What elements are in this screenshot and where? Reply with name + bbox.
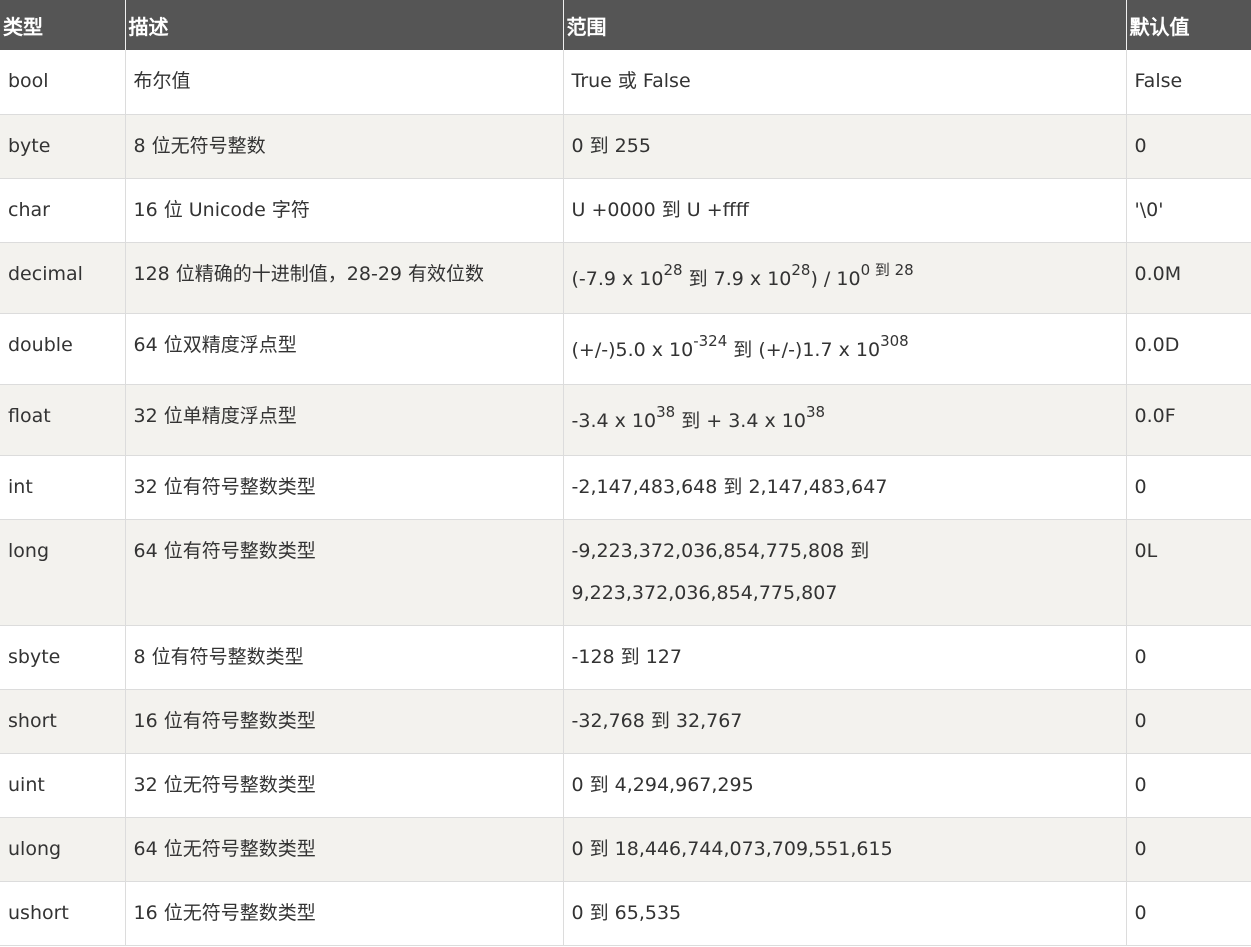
cell-range: U +0000 到 U +ffff bbox=[562, 178, 1126, 243]
cell-default: 0 bbox=[1125, 114, 1251, 179]
exponent: 38 bbox=[805, 403, 826, 422]
table-row: bool 布尔值 True 或 False False bbox=[0, 50, 1251, 115]
cell-description: 32 位无符号整数类型 bbox=[124, 753, 563, 818]
table-header: 类型 描述 范围 默认值 bbox=[0, 0, 1251, 50]
cell-range: 0 到 18,446,744,073,709,551,615 bbox=[562, 817, 1126, 882]
cell-default: 0 bbox=[1125, 881, 1251, 946]
range-line: -9,223,372,036,854,775,808 到 bbox=[571, 539, 870, 562]
cell-default: 0 bbox=[1125, 689, 1251, 754]
cell-range: -3.4 x 1038 到 + 3.4 x 1038 bbox=[562, 384, 1126, 456]
range-text: ) / 10 bbox=[810, 267, 861, 290]
range-line: 9,223,372,036,854,775,807 bbox=[571, 581, 838, 604]
cell-type: int bbox=[0, 455, 125, 520]
cell-default: 0 bbox=[1125, 753, 1251, 818]
exponent: 28 bbox=[663, 261, 683, 280]
table-row: ushort 16 位无符号整数类型 0 到 65,535 0 bbox=[0, 881, 1251, 946]
table-row: byte 8 位无符号整数 0 到 255 0 bbox=[0, 114, 1251, 179]
cell-range: 0 到 65,535 bbox=[562, 881, 1126, 946]
exponent: 28 bbox=[791, 261, 811, 280]
table-row: char 16 位 Unicode 字符 U +0000 到 U +ffff '… bbox=[0, 178, 1251, 243]
table-body: bool 布尔值 True 或 False False byte 8 位无符号整… bbox=[0, 50, 1251, 946]
cell-description: 32 位单精度浮点型 bbox=[124, 384, 563, 456]
table-row: int 32 位有符号整数类型 -2,147,483,648 到 2,147,4… bbox=[0, 455, 1251, 520]
cell-default: 0L bbox=[1125, 519, 1251, 626]
range-text: 到 (+/-)1.7 x 10 bbox=[727, 338, 881, 361]
cell-range: -128 到 127 bbox=[562, 625, 1126, 690]
cell-default: 0.0D bbox=[1125, 313, 1251, 385]
cell-default: 0 bbox=[1125, 455, 1251, 520]
cell-description: 64 位无符号整数类型 bbox=[124, 817, 563, 882]
cell-description: 布尔值 bbox=[124, 50, 563, 115]
range-text: 到 + 3.4 x 10 bbox=[675, 409, 806, 432]
exponent: 0 到 28 bbox=[860, 261, 914, 280]
exponent: 38 bbox=[656, 403, 676, 422]
cell-default: 0.0F bbox=[1125, 384, 1251, 456]
cell-range: -9,223,372,036,854,775,808 到 9,223,372,03… bbox=[562, 519, 1126, 626]
cell-description: 16 位 Unicode 字符 bbox=[124, 178, 563, 243]
cell-range: -32,768 到 32,767 bbox=[562, 689, 1126, 754]
cell-description: 16 位无符号整数类型 bbox=[124, 881, 563, 946]
range-text: -3.4 x 10 bbox=[571, 409, 657, 432]
cell-type: ushort bbox=[0, 881, 125, 946]
table-row: uint 32 位无符号整数类型 0 到 4,294,967,295 0 bbox=[0, 753, 1251, 818]
header-range: 范围 bbox=[562, 0, 1126, 50]
header-type: 类型 bbox=[0, 0, 125, 50]
cell-type: long bbox=[0, 519, 125, 626]
header-default: 默认值 bbox=[1125, 0, 1251, 50]
cell-description: 16 位有符号整数类型 bbox=[124, 689, 563, 754]
range-text: 到 7.9 x 10 bbox=[682, 267, 792, 290]
cell-type: bool bbox=[0, 50, 125, 115]
cell-description: 8 位有符号整数类型 bbox=[124, 625, 563, 690]
cell-description: 64 位双精度浮点型 bbox=[124, 313, 563, 385]
cell-type: sbyte bbox=[0, 625, 125, 690]
cell-type: double bbox=[0, 313, 125, 385]
cell-default: 0.0M bbox=[1125, 242, 1251, 314]
cell-type: float bbox=[0, 384, 125, 456]
cell-description: 128 位精确的十进制值，28-29 有效位数 bbox=[124, 242, 563, 314]
cell-default: 0 bbox=[1125, 625, 1251, 690]
cell-default: False bbox=[1125, 50, 1251, 115]
cell-range: (+/-)5.0 x 10-324 到 (+/-)1.7 x 10308 bbox=[562, 313, 1126, 385]
header-row: 类型 描述 范围 默认值 bbox=[0, 0, 1251, 50]
cell-type: byte bbox=[0, 114, 125, 179]
table-row: long 64 位有符号整数类型 -9,223,372,036,854,775,… bbox=[0, 519, 1251, 626]
cell-range: 0 到 255 bbox=[562, 114, 1126, 179]
cell-range: -2,147,483,648 到 2,147,483,647 bbox=[562, 455, 1126, 520]
table-row: short 16 位有符号整数类型 -32,768 到 32,767 0 bbox=[0, 689, 1251, 754]
data-types-table: 类型 描述 范围 默认值 bool 布尔值 True 或 False False… bbox=[0, 0, 1251, 946]
range-text: (-7.9 x 10 bbox=[571, 267, 664, 290]
header-description: 描述 bbox=[124, 0, 563, 50]
range-text: (+/-)5.0 x 10 bbox=[571, 338, 694, 361]
cell-description: 8 位无符号整数 bbox=[124, 114, 563, 179]
cell-range: (-7.9 x 1028 到 7.9 x 1028) / 100 到 28 bbox=[562, 242, 1126, 314]
exponent: 308 bbox=[880, 332, 909, 351]
table-row: float 32 位单精度浮点型 -3.4 x 1038 到 + 3.4 x 1… bbox=[0, 384, 1251, 456]
cell-type: short bbox=[0, 689, 125, 754]
table-row: sbyte 8 位有符号整数类型 -128 到 127 0 bbox=[0, 625, 1251, 690]
cell-type: ulong bbox=[0, 817, 125, 882]
cell-default: '\0' bbox=[1125, 178, 1251, 243]
table-row: double 64 位双精度浮点型 (+/-)5.0 x 10-324 到 (+… bbox=[0, 313, 1251, 385]
exponent: -324 bbox=[693, 332, 728, 351]
cell-range: 0 到 4,294,967,295 bbox=[562, 753, 1126, 818]
table-row: decimal 128 位精确的十进制值，28-29 有效位数 (-7.9 x … bbox=[0, 242, 1251, 314]
cell-type: decimal bbox=[0, 242, 125, 314]
cell-description: 32 位有符号整数类型 bbox=[124, 455, 563, 520]
cell-type: uint bbox=[0, 753, 125, 818]
cell-default: 0 bbox=[1125, 817, 1251, 882]
cell-type: char bbox=[0, 178, 125, 243]
table-row: ulong 64 位无符号整数类型 0 到 18,446,744,073,709… bbox=[0, 817, 1251, 882]
cell-range: True 或 False bbox=[562, 50, 1126, 115]
cell-description: 64 位有符号整数类型 bbox=[124, 519, 563, 626]
